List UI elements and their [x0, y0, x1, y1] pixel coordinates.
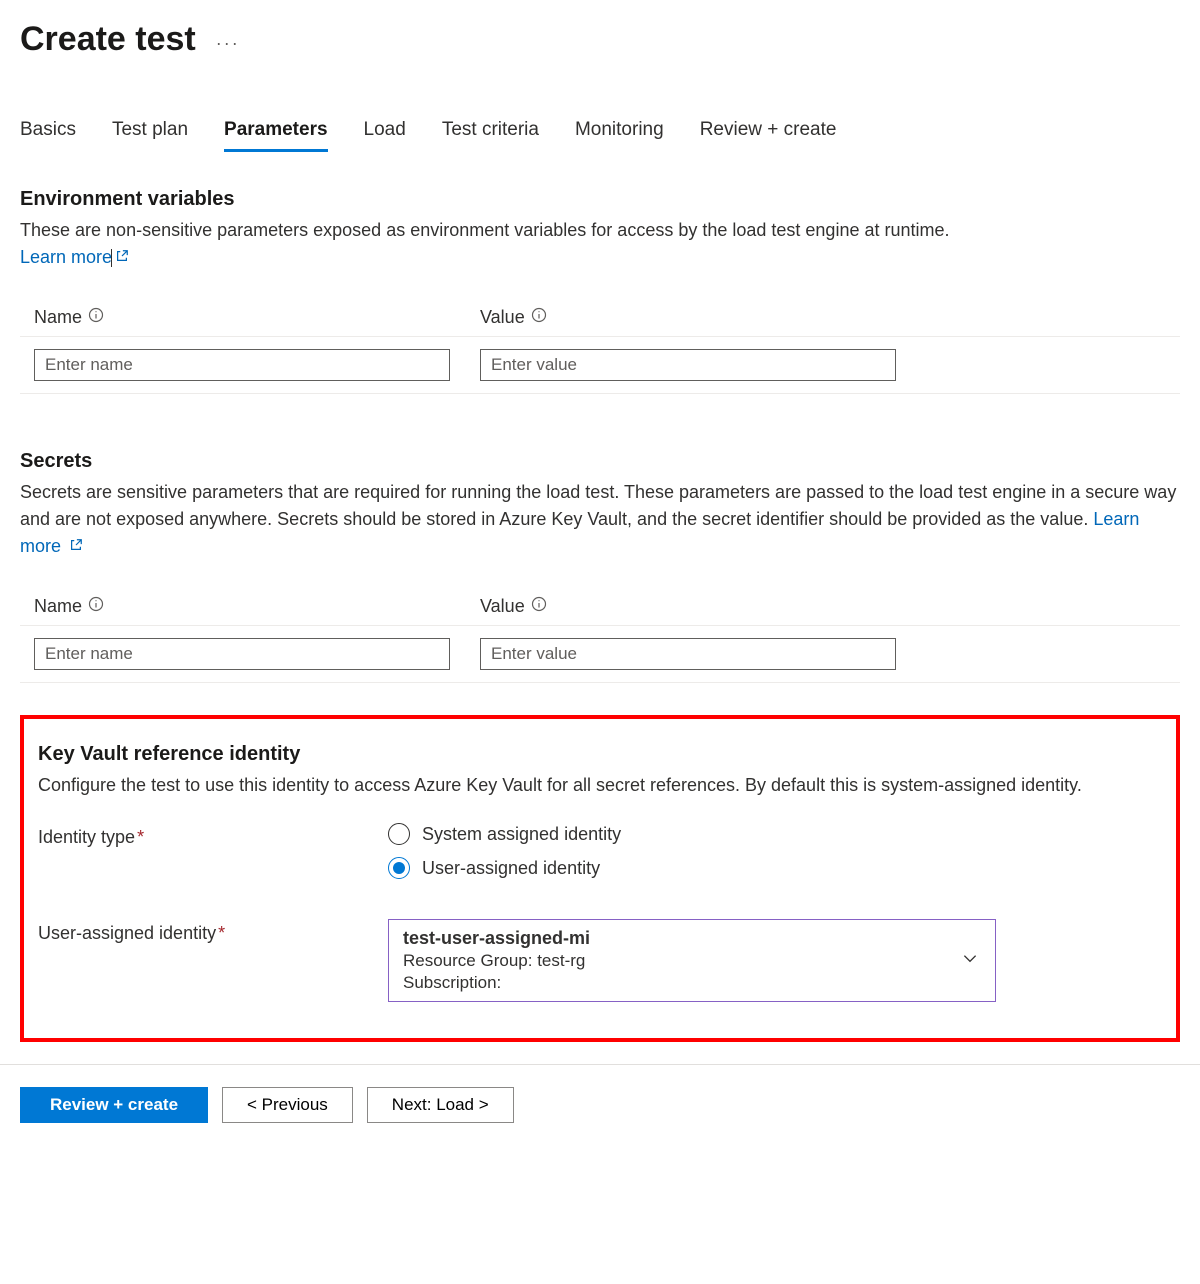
info-icon[interactable]: [88, 596, 104, 617]
key-vault-section: Key Vault reference identity Configure t…: [20, 715, 1180, 1042]
env-value-header: Value: [480, 307, 525, 328]
key-vault-description: Configure the test to use this identity …: [38, 772, 1162, 799]
external-link-icon: [115, 244, 129, 271]
radio-user-assigned[interactable]: User-assigned identity: [388, 857, 621, 879]
selected-identity-rg: Resource Group: test-rg: [403, 951, 951, 971]
env-vars-heading: Environment variables: [20, 188, 1180, 211]
tab-monitoring[interactable]: Monitoring: [575, 119, 664, 152]
secrets-heading: Secrets: [20, 450, 1180, 473]
info-icon[interactable]: [531, 596, 547, 617]
info-icon[interactable]: [88, 307, 104, 328]
next-button[interactable]: Next: Load >: [367, 1087, 514, 1123]
identity-type-label: Identity type*: [38, 823, 388, 848]
secrets-section: Secrets Secrets are sensitive parameters…: [20, 450, 1180, 683]
env-vars-description: These are non-sensitive parameters expos…: [20, 217, 1180, 271]
radio-system-assigned[interactable]: System assigned identity: [388, 823, 621, 845]
tab-basics[interactable]: Basics: [20, 119, 76, 152]
tab-bar: Basics Test plan Parameters Load Test criter…: [20, 119, 1180, 152]
env-value-input[interactable]: [480, 349, 896, 381]
selected-identity-sub: Subscription:: [403, 973, 951, 993]
secrets-value-header: Value: [480, 596, 525, 617]
user-assigned-identity-label: User-assigned identity*: [38, 919, 388, 944]
secrets-value-input[interactable]: [480, 638, 896, 670]
env-vars-learn-more-link[interactable]: Learn more: [20, 247, 129, 267]
page-title: Create test: [20, 20, 196, 59]
external-link-icon: [69, 533, 83, 560]
tab-parameters[interactable]: Parameters: [224, 119, 328, 152]
selected-identity-name: test-user-assigned-mi: [403, 928, 951, 949]
tab-test-plan[interactable]: Test plan: [112, 119, 188, 152]
user-assigned-identity-select[interactable]: test-user-assigned-mi Resource Group: te…: [388, 919, 996, 1002]
env-name-input[interactable]: [34, 349, 450, 381]
footer-actions: Review + create < Previous Next: Load >: [20, 1065, 1180, 1123]
env-name-header: Name: [34, 307, 82, 328]
previous-button[interactable]: < Previous: [222, 1087, 353, 1123]
secrets-name-header: Name: [34, 596, 82, 617]
tab-review-create[interactable]: Review + create: [700, 119, 837, 152]
secrets-description: Secrets are sensitive parameters that ar…: [20, 479, 1180, 560]
tab-test-criteria[interactable]: Test criteria: [442, 119, 539, 152]
env-vars-section: Environment variables These are non-sens…: [20, 188, 1180, 394]
identity-type-radio-group: System assigned identity User-assigned i…: [388, 823, 621, 879]
key-vault-heading: Key Vault reference identity: [38, 743, 1162, 766]
text-cursor: [111, 249, 112, 267]
more-icon[interactable]: ···: [216, 34, 240, 52]
info-icon[interactable]: [531, 307, 547, 328]
secrets-name-input[interactable]: [34, 638, 450, 670]
chevron-down-icon: [961, 949, 979, 972]
tab-load[interactable]: Load: [364, 119, 406, 152]
review-create-button[interactable]: Review + create: [20, 1087, 208, 1123]
